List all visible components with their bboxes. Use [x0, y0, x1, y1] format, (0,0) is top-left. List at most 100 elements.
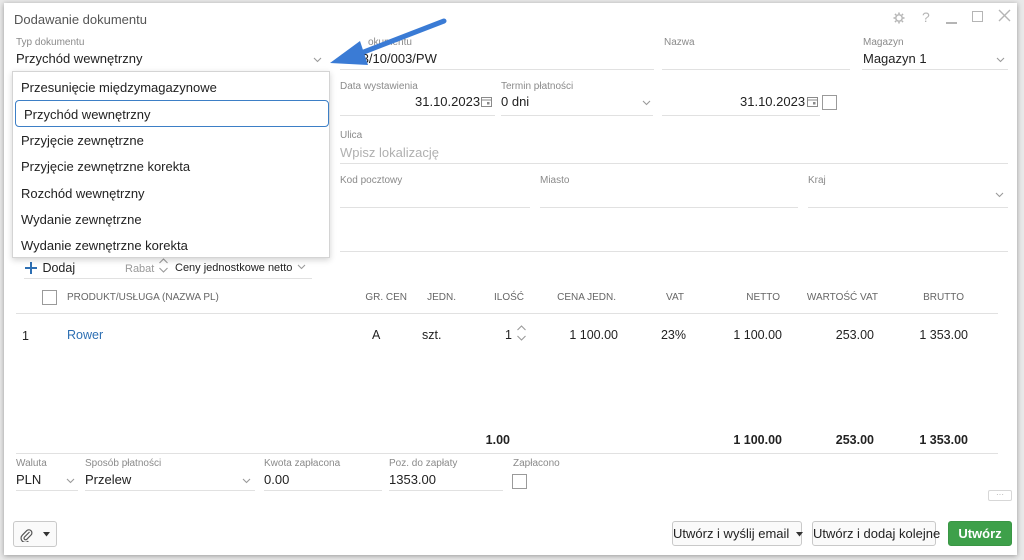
- add-item-label: Dodaj: [42, 260, 76, 275]
- issue-date-label: Data wystawienia: [340, 81, 418, 92]
- minimize-icon[interactable]: [946, 22, 957, 24]
- country-underline: [808, 207, 1008, 208]
- section-divider: [340, 251, 1008, 252]
- street-input[interactable]: Wpisz lokalizację: [340, 145, 439, 160]
- header-divider: [16, 313, 998, 314]
- settings-icon[interactable]: [893, 9, 905, 27]
- col-gross[interactable]: BRUTTO: [904, 292, 964, 303]
- row-vat-value: 253.00: [835, 328, 874, 342]
- payment-method-select[interactable]: Przelew: [85, 472, 131, 487]
- due-date-underline: [662, 115, 820, 116]
- total-gross: 1 353.00: [919, 433, 968, 447]
- payment-term-select[interactable]: 0 dni: [501, 94, 529, 109]
- dropdown-item[interactable]: Przyjęcie zewnętrzne: [13, 127, 329, 154]
- dropdown-item-selected[interactable]: Przychód wewnętrzny: [15, 100, 329, 127]
- caret-down-icon: [795, 532, 803, 537]
- name-label: Nazwa: [664, 37, 695, 48]
- chevron-down-icon[interactable]: [242, 476, 251, 485]
- currency-underline: [16, 490, 78, 491]
- plus-icon: [25, 261, 37, 274]
- to-pay-underline: [389, 490, 503, 491]
- chevron-down-icon[interactable]: [297, 262, 306, 271]
- document-type-select[interactable]: Przychód wewnętrzny: [16, 51, 142, 66]
- row-price-group: A: [372, 328, 381, 342]
- row-gross: 1 353.00: [919, 328, 968, 342]
- city-label: Miasto: [540, 175, 570, 186]
- document-dialog: Dodawanie dokumentu ? Typ dokumentu Przy…: [4, 3, 1017, 555]
- total-net: 1 100.00: [733, 433, 782, 447]
- annotation-arrow-icon: [330, 18, 447, 65]
- qty-stepper-icon[interactable]: [516, 323, 527, 343]
- to-pay-value: 1353.00: [389, 472, 436, 487]
- payment-term-label: Termin płatności: [501, 81, 574, 92]
- col-product[interactable]: PRODUKT/USŁUGA (NAZWA PL): [67, 292, 219, 303]
- method-underline: [85, 490, 255, 491]
- paid-checkbox[interactable]: [512, 474, 527, 489]
- paid-label: Zapłacono: [513, 458, 560, 469]
- col-qty[interactable]: ILOŚĆ: [474, 292, 524, 303]
- due-date-input[interactable]: 31.10.2023: [740, 94, 805, 109]
- chevron-down-icon[interactable]: [66, 476, 75, 485]
- postal-code-label: Kod pocztowy: [340, 175, 403, 186]
- payment-method-label: Sposób płatności: [85, 458, 162, 469]
- payment-term-underline: [501, 115, 653, 116]
- warehouse-select[interactable]: Magazyn 1: [863, 51, 927, 66]
- total-qty: 1.00: [485, 433, 510, 447]
- chevron-down-icon[interactable]: [642, 98, 651, 107]
- help-icon[interactable]: ?: [922, 9, 930, 25]
- street-underline: [340, 163, 1008, 164]
- col-unit[interactable]: JEDN.: [414, 292, 456, 303]
- col-unit-price[interactable]: CENA JEDN.: [544, 292, 616, 303]
- chevron-down-icon[interactable]: [996, 55, 1005, 64]
- dialog-title: Dodawanie dokumentu: [14, 12, 147, 27]
- currency-label: Waluta: [16, 458, 47, 469]
- name-underline: [662, 69, 850, 70]
- create-button[interactable]: Utwórz: [948, 521, 1012, 546]
- chevron-down-icon[interactable]: [313, 55, 322, 64]
- calendar-icon[interactable]: [807, 96, 818, 107]
- table-row[interactable]: 1 Rower A szt. 1 1 100.00 23% 1 100.00 2…: [16, 315, 998, 351]
- row-number: 1: [22, 329, 29, 343]
- row-unit-price: 1 100.00: [569, 328, 618, 342]
- close-icon[interactable]: [998, 9, 1011, 27]
- issue-date-input[interactable]: 31.10.2023: [415, 94, 480, 109]
- warehouse-underline: [862, 69, 1008, 70]
- calendar-icon[interactable]: [481, 96, 492, 107]
- dropdown-item[interactable]: Wydanie zewnętrzne korekta: [13, 232, 329, 259]
- attachment-button[interactable]: [13, 521, 57, 547]
- dropdown-item[interactable]: Rozchód wewnętrzny: [13, 180, 329, 207]
- create-and-next-button[interactable]: Utwórz i dodaj kolejne: [812, 521, 940, 546]
- discount-stepper-icon[interactable]: [158, 257, 169, 274]
- paperclip-icon: [20, 528, 33, 543]
- due-date-checkbox[interactable]: [822, 95, 837, 110]
- discount-label: Rabat: [125, 263, 155, 275]
- row-net: 1 100.00: [733, 328, 782, 342]
- create-and-email-button[interactable]: Utwórz i wyślij email: [672, 521, 803, 546]
- to-pay-label: Poz. do zapłaty: [389, 458, 458, 469]
- add-item-button[interactable]: Dodaj: [24, 259, 75, 277]
- col-vat[interactable]: VAT: [654, 292, 684, 303]
- document-type-label: Typ dokumentu: [16, 37, 85, 48]
- dropdown-item[interactable]: Wydanie zewnętrzne: [13, 206, 329, 233]
- chevron-down-icon[interactable]: [995, 190, 1004, 199]
- row-vat: 23%: [660, 328, 686, 342]
- more-options-button[interactable]: ···: [988, 490, 1012, 501]
- create-and-email-label: Utwórz i wyślij email: [673, 526, 790, 541]
- price-mode-select[interactable]: Ceny jednostkowe netto: [175, 262, 292, 274]
- paid-amount-input[interactable]: 0.00: [264, 472, 289, 487]
- row-unit: szt.: [422, 328, 442, 342]
- row-product-link[interactable]: Rower: [67, 328, 103, 342]
- country-label: Kraj: [808, 175, 826, 186]
- col-price-group[interactable]: GR. CEN: [359, 292, 407, 303]
- caret-down-icon: [42, 532, 50, 537]
- toolbar-underline: [24, 278, 312, 279]
- col-net[interactable]: NETTO: [720, 292, 780, 303]
- dropdown-item[interactable]: Przesunięcie międzymagazynowe: [13, 74, 329, 101]
- issue-date-underline: [340, 115, 495, 116]
- dropdown-item[interactable]: Przyjęcie zewnętrzne korekta: [13, 153, 329, 180]
- row-qty[interactable]: 1: [482, 328, 512, 342]
- select-all-checkbox[interactable]: [42, 290, 57, 305]
- currency-select[interactable]: PLN: [16, 472, 41, 487]
- maximize-icon[interactable]: [972, 11, 983, 22]
- col-vat-value[interactable]: WARTOŚĆ VAT: [798, 292, 878, 303]
